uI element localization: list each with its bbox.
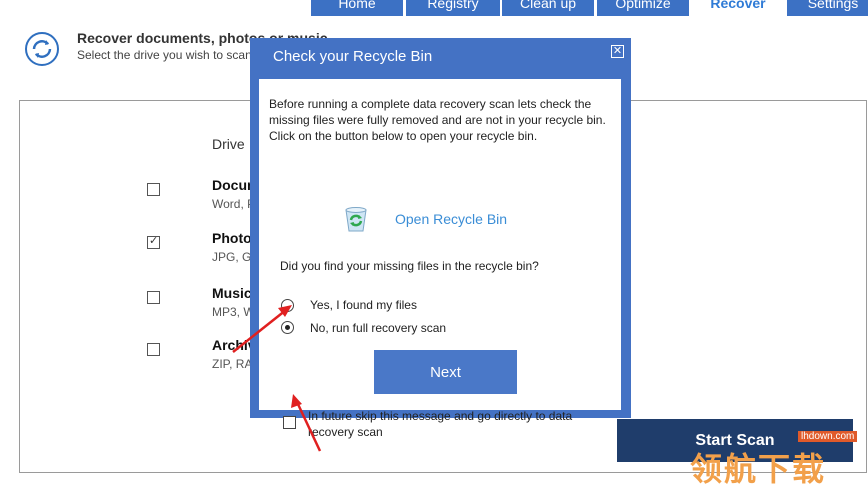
close-icon[interactable]: ✕	[611, 45, 624, 58]
tab-label: Settings	[807, 0, 859, 11]
next-button[interactable]: Next	[374, 350, 517, 394]
tab-optimize[interactable]: Optimize	[597, 0, 689, 16]
category-title: Music	[212, 285, 252, 301]
top-nav: Home Registry Clean up Optimize Recover …	[0, 0, 868, 16]
photos-checkbox[interactable]: ✓	[147, 235, 160, 249]
tab-home[interactable]: Home	[311, 0, 403, 16]
dialog-title: Check your Recycle Bin	[273, 48, 433, 65]
tab-label: Registry	[427, 0, 479, 11]
skip-message-checkbox[interactable]	[283, 416, 296, 429]
tab-recover[interactable]: Recover	[692, 0, 784, 16]
check-icon: ✓	[149, 235, 159, 247]
tab-settings[interactable]: Settings	[787, 0, 868, 16]
radio-no[interactable]	[281, 321, 294, 334]
music-checkbox[interactable]	[147, 291, 160, 304]
open-recycle-bin-link[interactable]: Open Recycle Bin	[395, 211, 507, 227]
recover-icon	[25, 32, 59, 66]
radio-yes[interactable]	[281, 299, 294, 312]
question-text: Did you find your missing files in the r…	[280, 259, 539, 273]
tab-label: Optimize	[615, 0, 671, 11]
documents-checkbox[interactable]	[147, 183, 160, 196]
tab-label: Home	[338, 0, 376, 11]
watermark-text: 领航下载	[690, 451, 827, 487]
tab-clean-up[interactable]: Clean up	[502, 0, 594, 16]
recycle-bin-dialog: Check your Recycle Bin ✕ Before running …	[250, 38, 631, 439]
radio-yes-label[interactable]: Yes, I found my files	[310, 298, 417, 312]
tab-label: Recover	[710, 0, 766, 11]
archives-checkbox[interactable]	[147, 343, 160, 356]
radio-selected-dot	[285, 325, 290, 330]
tab-label: Clean up	[519, 0, 577, 11]
page-subtitle: Select the drive you wish to scan	[77, 48, 252, 62]
watermark-site: lhdown.com	[798, 431, 858, 442]
radio-no-label[interactable]: No, run full recovery scan	[310, 321, 446, 335]
drive-label: Drive	[212, 136, 245, 152]
tab-registry[interactable]: Registry	[406, 0, 500, 16]
dialog-intro-text: Before running a complete data recovery …	[269, 97, 606, 143]
skip-message-label: In future skip this message and go direc…	[308, 409, 573, 439]
dialog-body: Before running a complete data recovery …	[259, 79, 621, 439]
recycle-bin-icon[interactable]	[341, 204, 371, 234]
